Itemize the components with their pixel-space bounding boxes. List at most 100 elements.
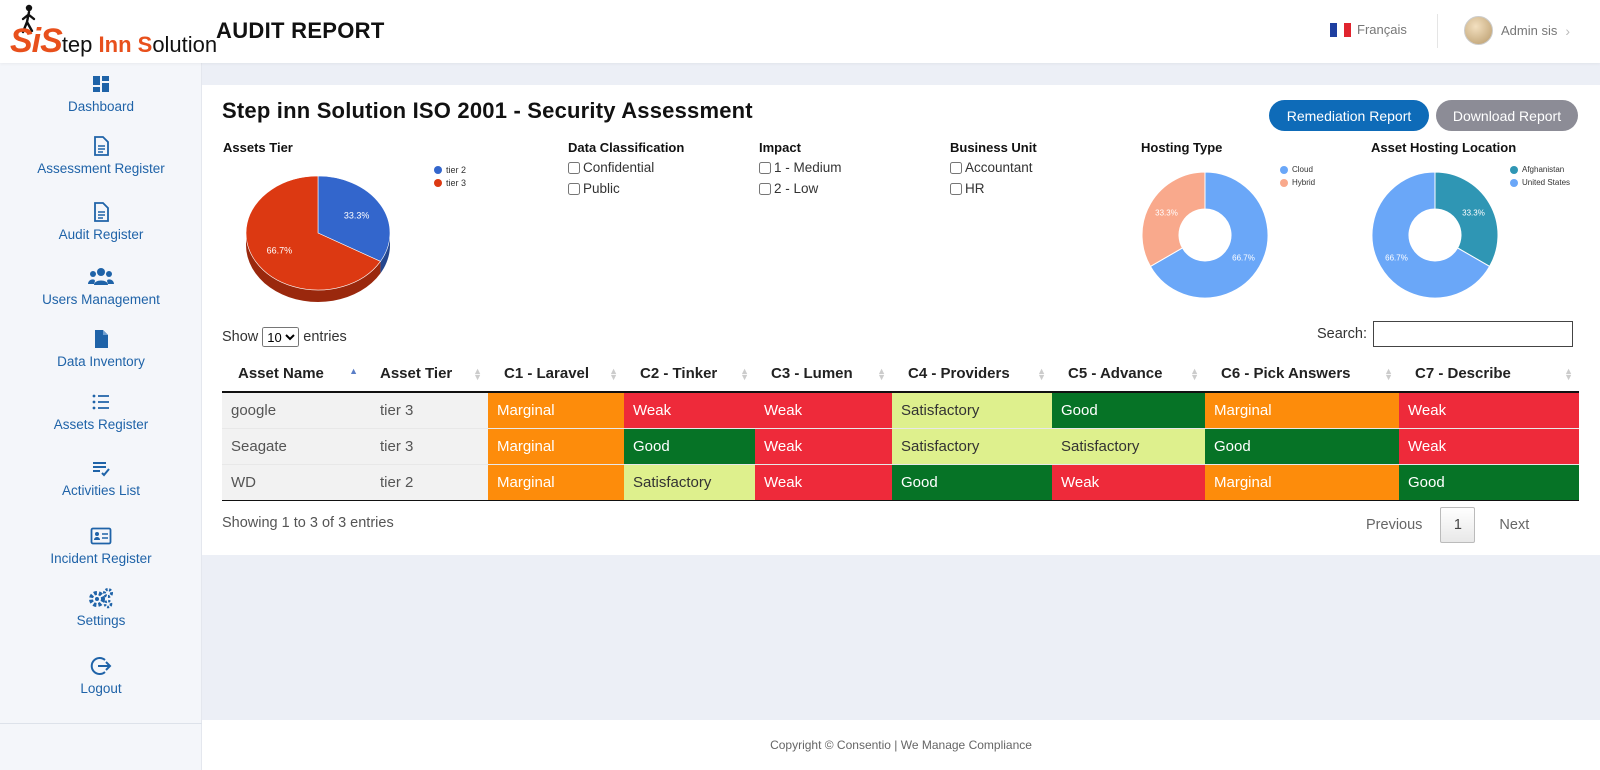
assets-tier-legend: tier 2 tier 3 — [434, 163, 466, 189]
asset-tier-cell: tier 3 — [364, 428, 488, 465]
column-header[interactable]: C7 - Describe ▲ ▼ — [1399, 356, 1579, 393]
rating-cell: Weak — [1052, 464, 1205, 501]
top-bar: SiStep Inn Solution AUDIT REPORT Françai… — [0, 0, 1600, 63]
sidebar-item-audit-register[interactable]: Audit Register — [0, 201, 202, 242]
sidebar-item-assets-register[interactable]: Assets Register — [0, 391, 202, 432]
filter-accountant[interactable]: Accountant — [950, 160, 1033, 175]
filter-low[interactable]: 2 - Low — [759, 181, 818, 196]
hosting-type-legend: Cloud Hybrid — [1280, 163, 1315, 189]
sort-icon: ▲ ▼ — [740, 366, 749, 382]
sidebar-item-label: Users Management — [42, 292, 160, 307]
remediation-report-button[interactable]: Remediation Report — [1269, 100, 1429, 131]
sidebar-item-label: Settings — [76, 613, 126, 628]
sidebar-item-incident-register[interactable]: Incident Register — [0, 525, 202, 566]
sidebar-item-data-inventory[interactable]: Data Inventory — [0, 328, 202, 369]
logo-text: SiStep Inn Solution — [10, 22, 218, 60]
sidebar-item-activities-list[interactable]: Activities List — [0, 457, 202, 498]
search-input[interactable] — [1372, 321, 1573, 347]
rating-cell: Satisfactory — [892, 392, 1052, 429]
sidebar-item-label: Data Inventory — [57, 354, 145, 369]
user-menu[interactable]: Admin sis › — [1464, 16, 1570, 45]
filter-public[interactable]: Public — [568, 181, 620, 196]
low-checkbox[interactable] — [759, 182, 771, 195]
rating-cell: Good — [1399, 464, 1579, 501]
sidebar-item-label: Logout — [80, 681, 122, 696]
asset-tier-cell: tier 3 — [364, 392, 488, 429]
sidebar-divider — [0, 723, 202, 724]
list-icon — [92, 394, 109, 410]
document-icon — [94, 202, 109, 222]
column-header[interactable]: C5 - Advance ▲ ▼ — [1052, 356, 1205, 393]
page-size-select[interactable]: 10 — [262, 327, 300, 347]
column-header[interactable]: Asset Name ▲ — [222, 356, 364, 393]
hosting-type-title: Hosting Type — [1141, 140, 1223, 155]
column-header[interactable]: C3 - Lumen ▲ ▼ — [755, 356, 892, 393]
pagination: Previous 1 Next — [1354, 507, 1541, 543]
dashboard-icon — [93, 76, 109, 92]
sidebar-item-label: Incident Register — [50, 551, 152, 566]
sort-icon: ▲ ▼ — [1564, 366, 1573, 382]
chevron-right-icon: › — [1565, 22, 1571, 39]
sidebar-item-label: Audit Register — [58, 227, 144, 242]
column-header[interactable]: C1 - Laravel ▲ ▼ — [488, 356, 624, 393]
public-checkbox[interactable] — [568, 182, 580, 195]
legend-item: United States — [1510, 176, 1570, 189]
filter-hr[interactable]: HR — [950, 181, 985, 196]
assets-tier-pie-chart: 33.3% 66.7% — [245, 175, 391, 302]
column-header[interactable]: C2 - Tinker ▲ ▼ — [624, 356, 755, 393]
data-label: 66.7% — [1232, 253, 1255, 262]
sidebar-item-assessment-register[interactable]: Assessment Register — [0, 135, 202, 176]
sidebar-item-settings[interactable]: Settings — [0, 587, 202, 628]
sidebar-item-users-management[interactable]: Users Management — [0, 266, 202, 307]
user-name: Admin sis — [1501, 23, 1558, 38]
rating-cell: Satisfactory — [892, 428, 1052, 465]
sidebar-item-dashboard[interactable]: Dashboard — [0, 73, 202, 114]
sort-icon: ▲ ▼ — [1190, 366, 1199, 382]
table-row: google tier 3 Marginal Weak Weak Satisfactory… — [222, 392, 1579, 429]
data-label: 33.3% — [1462, 209, 1485, 218]
sidebar-item-label: Dashboard — [67, 99, 135, 114]
column-header[interactable]: Asset Tier ▲ ▼ — [364, 356, 488, 393]
file-icon — [95, 330, 108, 348]
legend-item: tier 2 — [434, 163, 466, 176]
asset-hosting-location-title: Asset Hosting Location — [1371, 140, 1517, 155]
sort-icon: ▲ ▼ — [609, 366, 618, 382]
topbar-divider — [1437, 14, 1438, 48]
download-report-button[interactable]: Download Report — [1436, 100, 1578, 131]
legend-item: Hybrid — [1280, 176, 1315, 189]
rating-cell: Marginal — [488, 428, 624, 465]
medium-checkbox[interactable] — [759, 161, 771, 174]
sort-icon: ▲ ▼ — [1037, 366, 1046, 382]
hosting-type-donut-chart: 66.7% 33.3% — [1141, 171, 1269, 299]
rating-cell: Good — [1205, 428, 1399, 465]
sidebar-item-label: Assets Register — [53, 417, 149, 432]
sort-icon: ▲ ▼ — [1384, 366, 1393, 382]
accountant-checkbox[interactable] — [950, 161, 962, 174]
rating-cell: Marginal — [488, 392, 624, 429]
donut-slice — [1434, 171, 1499, 268]
page-heading: AUDIT REPORT — [216, 18, 385, 43]
column-header[interactable]: C4 - Providers ▲ ▼ — [892, 356, 1052, 393]
sidebar-item-logout[interactable]: Logout — [0, 655, 202, 696]
data-label: 33.3% — [1155, 209, 1178, 218]
column-header[interactable]: C6 - Pick Answers ▲ ▼ — [1205, 356, 1399, 393]
asset-hosting-location-legend: Afghanistan United States — [1510, 163, 1570, 189]
france-flag-icon — [1330, 22, 1351, 37]
rating-cell: Weak — [1399, 428, 1579, 465]
confidential-checkbox[interactable] — [568, 161, 580, 174]
previous-page-button[interactable]: Previous — [1354, 517, 1434, 533]
id-card-icon — [90, 527, 112, 545]
sidebar-item-label: Activities List — [61, 483, 141, 498]
sort-icon: ▲ ▼ — [473, 366, 482, 382]
company-logo[interactable]: SiStep Inn Solution — [10, 4, 217, 60]
copyright-text: Copyright © Consentio | We Manage Compli… — [770, 738, 1032, 752]
page-1-button[interactable]: 1 — [1440, 507, 1476, 543]
users-icon — [88, 268, 114, 285]
data-label: 66.7% — [267, 246, 293, 256]
report-title: Step inn Solution ISO 2001 - Security As… — [222, 98, 753, 123]
language-selector[interactable]: Français — [1330, 22, 1407, 37]
filter-confidential[interactable]: Confidential — [568, 160, 654, 175]
next-page-button[interactable]: Next — [1487, 517, 1541, 533]
filter-medium[interactable]: 1 - Medium — [759, 160, 842, 175]
hr-checkbox[interactable] — [950, 182, 962, 195]
